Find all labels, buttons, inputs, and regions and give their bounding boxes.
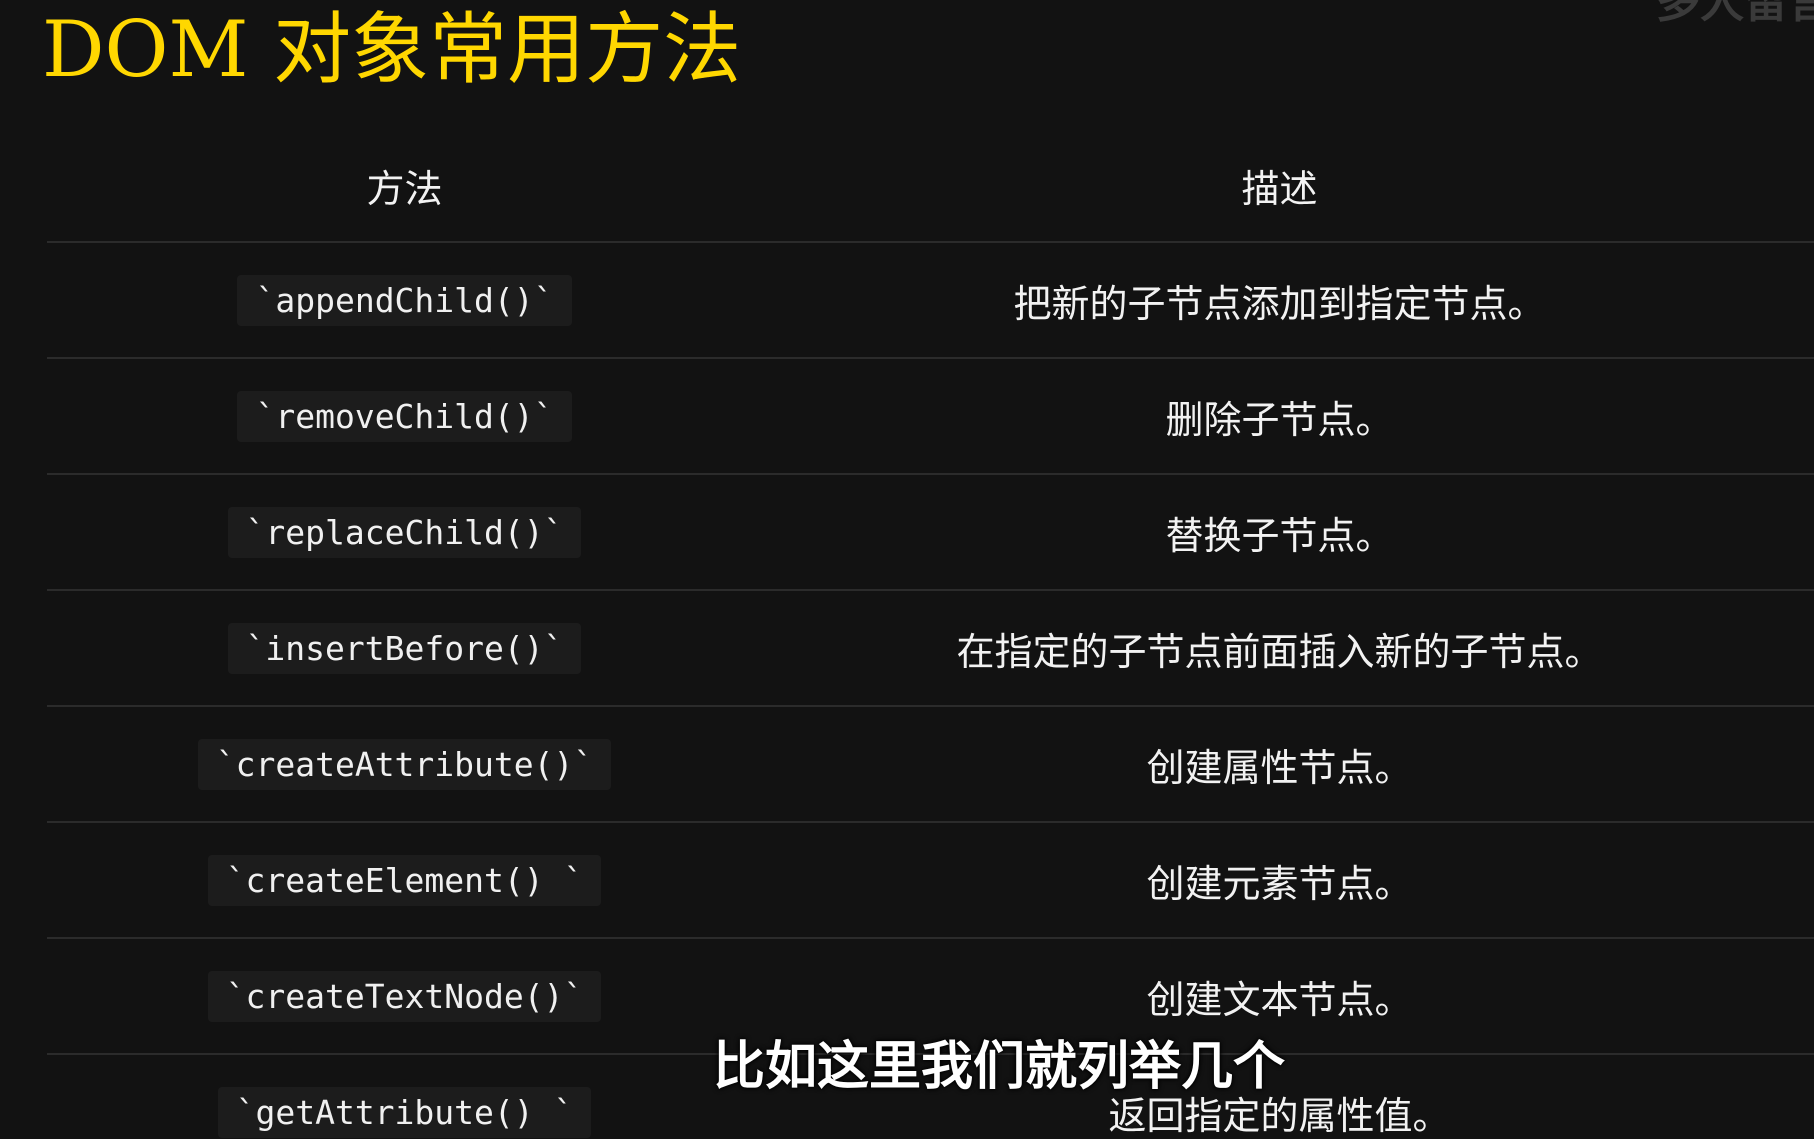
description-cell: 替换子节点。 xyxy=(762,475,1797,589)
methods-table: 方法 描述 `appendChild()` 把新的子节点添加到指定节点。 `re… xyxy=(47,130,1814,1139)
method-description: 创建文本节点。 xyxy=(1146,977,1413,1022)
header-description-label: 描述 xyxy=(1241,167,1318,211)
table-row: `appendChild()` 把新的子节点添加到指定节点。 xyxy=(47,243,1814,359)
corner-watermark-text: 多人留言 xyxy=(1656,0,1814,28)
table-row: `replaceChild()` 替换子节点。 xyxy=(47,475,1814,591)
method-code: `createElement() ` xyxy=(207,854,602,906)
method-code: `createTextNode()` xyxy=(207,970,602,1022)
header-description-cell: 描述 xyxy=(762,130,1797,241)
method-code: `createAttribute()` xyxy=(197,738,612,790)
method-cell: `appendChild()` xyxy=(47,243,762,357)
method-description: 替换子节点。 xyxy=(1165,513,1394,558)
method-cell: `removeChild()` xyxy=(47,359,762,473)
table-row: `insertBefore()` 在指定的子节点前面插入新的子节点。 xyxy=(47,591,1814,707)
description-cell: 把新的子节点添加到指定节点。 xyxy=(762,243,1797,357)
page-title: DOM 对象常用方法 xyxy=(42,5,742,95)
table-row: `createElement() ` 创建元素节点。 xyxy=(47,823,1814,939)
method-code: `removeChild()` xyxy=(237,390,572,442)
description-cell: 在指定的子节点前面插入新的子节点。 xyxy=(762,591,1797,705)
method-description: 创建元素节点。 xyxy=(1146,861,1413,906)
table-header-row: 方法 描述 xyxy=(47,130,1814,243)
method-code: `appendChild()` xyxy=(237,274,572,326)
method-description: 删除子节点。 xyxy=(1165,397,1394,442)
method-description: 把新的子节点添加到指定节点。 xyxy=(1013,281,1546,326)
header-method-cell: 方法 xyxy=(47,130,762,241)
description-cell: 创建属性节点。 xyxy=(762,707,1797,821)
description-cell: 创建元素节点。 xyxy=(762,823,1797,937)
header-method-label: 方法 xyxy=(366,167,443,211)
method-cell: `getAttribute() ` xyxy=(47,1055,762,1139)
table-row: `createAttribute()` 创建属性节点。 xyxy=(47,707,1814,823)
method-code: `insertBefore()` xyxy=(227,622,582,674)
method-cell: `replaceChild()` xyxy=(47,475,762,589)
method-cell: `createTextNode()` xyxy=(47,939,762,1053)
method-cell: `insertBefore()` xyxy=(47,591,762,705)
method-description: 创建属性节点。 xyxy=(1146,745,1413,790)
method-cell: `createAttribute()` xyxy=(47,707,762,821)
slide: DOM 对象常用方法 多人留言 方法 描述 `appendChild()` 把新… xyxy=(0,0,1814,1139)
description-cell: 删除子节点。 xyxy=(762,359,1797,473)
method-cell: `createElement() ` xyxy=(47,823,762,937)
video-subtitle: 比如这里我们就列举几个 xyxy=(713,1037,1286,1097)
table-row: `removeChild()` 删除子节点。 xyxy=(47,359,1814,475)
method-description: 在指定的子节点前面插入新的子节点。 xyxy=(956,629,1603,674)
method-code: `getAttribute() ` xyxy=(217,1086,592,1138)
method-code: `replaceChild()` xyxy=(227,506,582,558)
